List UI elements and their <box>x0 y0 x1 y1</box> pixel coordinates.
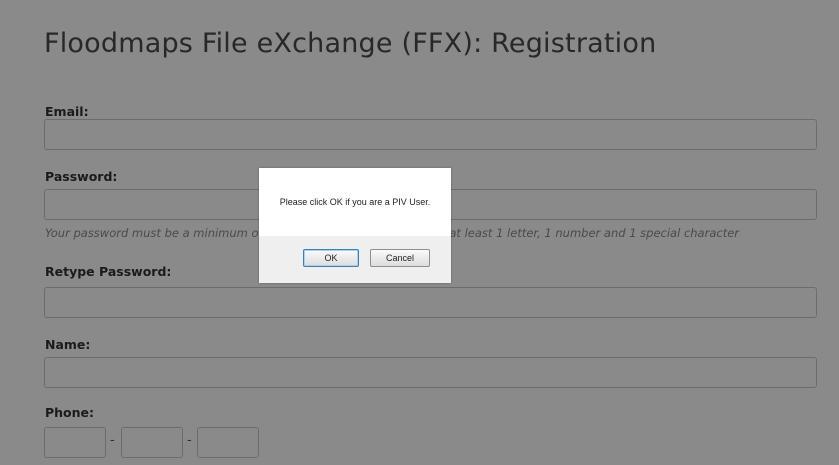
piv-user-confirm-dialog: Please click OK if you are a PIV User. O… <box>259 168 451 283</box>
cancel-button[interactable]: Cancel <box>370 249 430 267</box>
ok-button[interactable]: OK <box>303 249 359 267</box>
dialog-button-bar: OK Cancel <box>259 236 451 283</box>
dialog-message: Please click OK if you are a PIV User. <box>259 168 451 236</box>
